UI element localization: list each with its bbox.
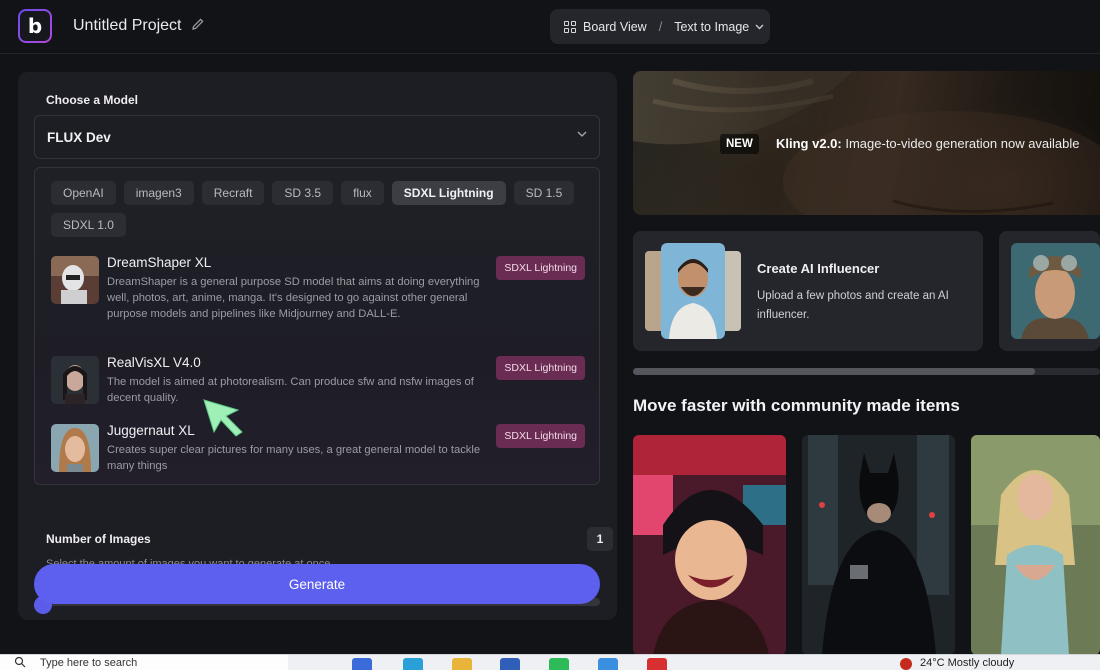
community-item[interactable]	[971, 435, 1100, 655]
scrollbar-thumb[interactable]	[633, 368, 1035, 375]
model-badge: SDXL Lightning	[496, 424, 585, 448]
feature-card[interactable]	[999, 231, 1100, 351]
selected-model-value: FLUX Dev	[47, 130, 111, 145]
chip-imagen3[interactable]: imagen3	[123, 181, 194, 205]
taskbar-app2-icon[interactable]	[598, 658, 618, 670]
banner-headline: Kling v2.0:	[776, 136, 842, 151]
model-description: The model is aimed at photorealism. Can …	[107, 376, 474, 404]
community-heading: Move faster with community made items	[633, 396, 960, 415]
model-description: Creates super clear pictures for many us…	[107, 444, 481, 472]
chevron-down-icon[interactable]	[755, 22, 764, 32]
banner-text: Kling v2.0: Image-to-video generation no…	[776, 136, 1080, 151]
model-list-box: OpenAI imagen3 Recraft SD 3.5 flux SDXL …	[34, 167, 600, 485]
community-item[interactable]	[633, 435, 786, 655]
os-taskbar: Type here to search 24°C Mostly cloudy	[0, 654, 1100, 670]
taskbar-whatsapp-icon[interactable]	[549, 658, 569, 670]
community-item[interactable]	[802, 435, 955, 655]
model-item-dreamshaper[interactable]: DreamShaper XL DreamShaper is a general …	[51, 255, 585, 342]
influencer-thumbnail	[645, 243, 741, 339]
top-bar: b Untitled Project Board View / Text to …	[0, 0, 1100, 54]
taskbar-record-icon[interactable]	[647, 658, 667, 670]
create-ai-influencer-card[interactable]: Create AI Influencer Upload a few photos…	[633, 231, 983, 351]
chip-sd35[interactable]: SD 3.5	[272, 181, 334, 205]
number-of-images-value: 1	[587, 527, 613, 551]
community-image-batman	[802, 435, 955, 655]
model-name: RealVisXL V4.0	[107, 355, 201, 370]
taskbar-app-icon[interactable]	[352, 658, 372, 670]
community-image-portrait	[971, 435, 1100, 655]
taskbar-store-icon[interactable]	[500, 658, 520, 670]
chip-flux[interactable]: flux	[341, 181, 384, 205]
pencil-icon[interactable]	[191, 17, 205, 33]
view-switcher[interactable]: Board View / Text to Image	[550, 9, 770, 44]
model-name: DreamShaper XL	[107, 255, 212, 270]
chip-openai[interactable]: OpenAI	[51, 181, 116, 205]
model-thumbnail	[51, 256, 99, 304]
horizontal-scrollbar[interactable]	[633, 368, 1100, 375]
generate-button[interactable]: Generate	[34, 564, 600, 604]
announcement-banner[interactable]: NEW Kling v2.0: Image-to-video generatio…	[633, 71, 1100, 215]
model-item-juggernaut[interactable]: Juggernaut XL Creates super clear pictur…	[51, 423, 585, 474]
app-logo-glyph: b	[20, 11, 50, 41]
feature-thumbnail	[1011, 243, 1100, 339]
model-select[interactable]: FLUX Dev	[34, 115, 600, 159]
generation-panel: Choose a Model FLUX Dev OpenAI imagen3 R…	[18, 72, 617, 620]
card-description: Upload a few photos and create an AI inf…	[757, 290, 949, 321]
model-item-realvisxl[interactable]: RealVisXL V4.0 The model is aimed at pho…	[51, 355, 585, 406]
weather-alert-icon	[900, 658, 912, 670]
grid-icon	[564, 20, 576, 33]
model-thumbnail	[51, 424, 99, 472]
project-title[interactable]: Untitled Project	[73, 17, 182, 35]
model-description: DreamShaper is a general purpose SD mode…	[107, 276, 480, 320]
chevron-down-icon	[577, 131, 587, 137]
model-filter-chips: OpenAI imagen3 Recraft SD 3.5 flux SDXL …	[51, 181, 591, 237]
community-image-anime	[633, 435, 786, 655]
choose-model-label: Choose a Model	[46, 93, 139, 107]
model-thumbnail	[51, 356, 99, 404]
model-badge: SDXL Lightning	[496, 256, 585, 280]
taskbar-browser-icon[interactable]	[403, 658, 423, 670]
cursor-arrow-icon	[203, 399, 243, 437]
chip-sdxl10[interactable]: SDXL 1.0	[51, 213, 126, 237]
mode-label[interactable]: Text to Image	[674, 20, 749, 34]
search-icon	[14, 656, 28, 670]
model-badge: SDXL Lightning	[496, 356, 585, 380]
taskbar-folder-icon[interactable]	[452, 658, 472, 670]
chip-sdxl-lightning[interactable]: SDXL Lightning	[391, 181, 506, 205]
taskbar-search[interactable]: Type here to search	[0, 655, 288, 670]
number-of-images-label: Number of Images	[46, 532, 151, 546]
banner-body: Image-to-video generation now available	[841, 136, 1080, 151]
chip-sd15[interactable]: SD 1.5	[513, 181, 575, 205]
new-badge: NEW	[720, 134, 759, 154]
board-view-label[interactable]: Board View	[583, 20, 647, 34]
model-name: Juggernaut XL	[107, 423, 195, 438]
app-logo[interactable]: b	[18, 9, 52, 43]
taskbar-search-placeholder: Type here to search	[40, 657, 138, 669]
breadcrumb-separator: /	[658, 19, 663, 34]
chip-recraft[interactable]: Recraft	[201, 181, 265, 205]
tray-weather[interactable]: 24°C Mostly cloudy	[920, 657, 1014, 669]
card-title: Create AI Influencer	[757, 261, 880, 276]
